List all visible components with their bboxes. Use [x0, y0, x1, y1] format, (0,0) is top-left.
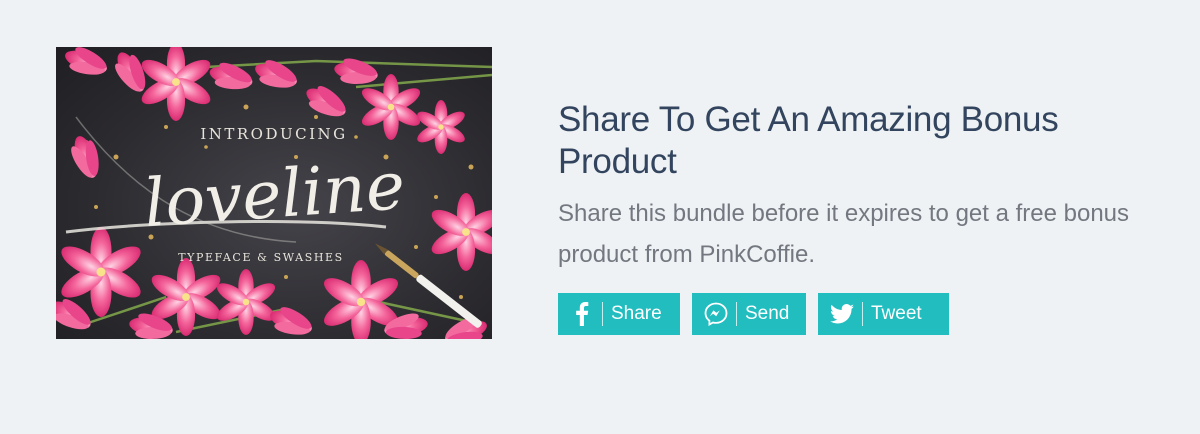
facebook-share-label: Share [611, 303, 662, 324]
button-divider [862, 302, 863, 326]
image-title-text: loveline [142, 147, 408, 242]
button-divider [736, 302, 737, 326]
share-promo: INTRODUCING loveline TYPEFACE & SWASHES … [56, 47, 1156, 339]
promo-headline: Share To Get An Amazing Bonus Product [558, 100, 1059, 181]
messenger-send-button[interactable]: Send [692, 293, 806, 335]
image-intro-text: INTRODUCING [200, 125, 347, 143]
twitter-icon [830, 302, 854, 326]
twitter-tweet-label: Tweet [871, 303, 922, 324]
messenger-send-label: Send [745, 303, 790, 324]
facebook-icon [570, 302, 594, 326]
image-subtitle-text: TYPEFACE & SWASHES [178, 251, 344, 264]
promo-description: Share this bundle before it expires to g… [558, 200, 1130, 268]
facebook-share-button[interactable]: Share [558, 293, 680, 335]
button-divider [602, 302, 603, 326]
share-buttons: Share Send Tweet [558, 293, 1138, 335]
product-image: INTRODUCING loveline TYPEFACE & SWASHES [56, 47, 492, 339]
promo-content: Share To Get An Amazing Bonus Product Sh… [558, 99, 1138, 335]
messenger-icon [704, 302, 728, 326]
twitter-tweet-button[interactable]: Tweet [818, 293, 949, 335]
